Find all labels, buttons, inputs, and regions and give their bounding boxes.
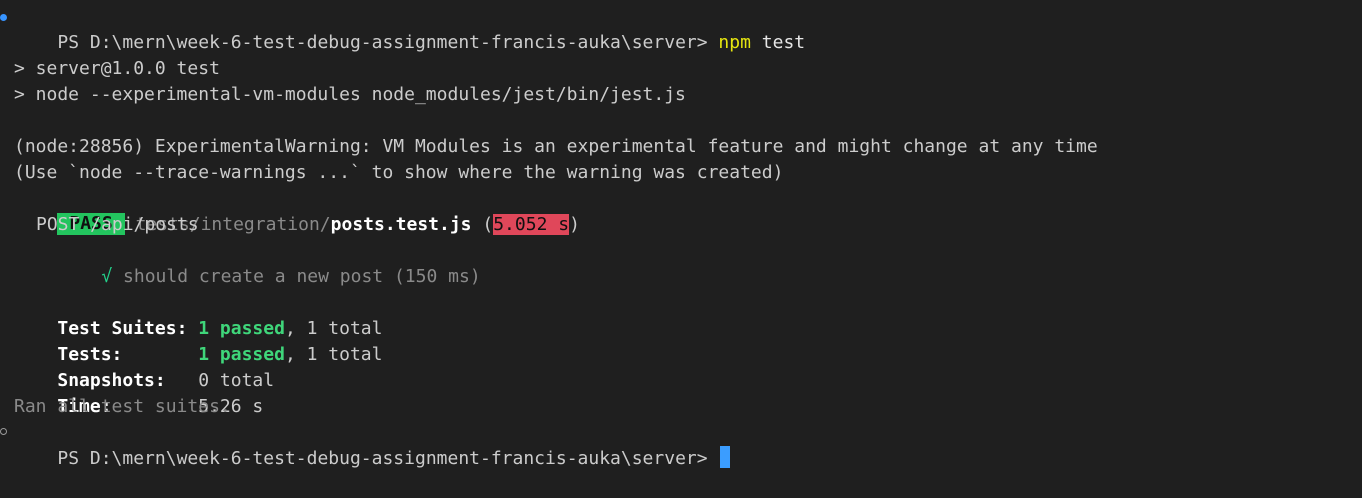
duration-open-paren: ( bbox=[482, 214, 494, 235]
summary-tests: Tests: 1 passed, 1 total bbox=[14, 316, 382, 365]
prompt-path-2: PS D:\mern\week-6-test-debug-assignment-… bbox=[57, 448, 708, 469]
warning-line-1: (node:28856) ExperimentalWarning: VM Mod… bbox=[14, 136, 1098, 157]
summary-snapshots: Snapshots: 0 total bbox=[14, 342, 274, 391]
prompt-line-2: PS D:\mern\week-6-test-debug-assignment-… bbox=[14, 420, 731, 469]
test-case-line: √ should create a new post (150 ms) bbox=[58, 238, 480, 287]
prompt-path: PS D:\mern\week-6-test-debug-assignment-… bbox=[57, 32, 708, 53]
describe-block: POST /api/posts bbox=[36, 214, 199, 235]
command-status-dot-icon-2[interactable] bbox=[0, 428, 7, 435]
warning-line-2: (Use `node --trace-warnings ...` to show… bbox=[14, 162, 784, 183]
command-status-dot-icon[interactable] bbox=[0, 14, 7, 21]
text-cursor[interactable] bbox=[720, 446, 731, 468]
tests-total: , 1 total bbox=[284, 344, 383, 365]
ran-all-line: Ran all test suites. bbox=[14, 396, 231, 417]
summary-suites: Test Suites: 1 passed, 1 total bbox=[14, 290, 382, 339]
command-args: test bbox=[761, 32, 806, 53]
duration-close-paren: ) bbox=[569, 214, 580, 235]
script-line-1: > server@1.0.0 test bbox=[14, 58, 220, 79]
command-name: npm bbox=[718, 32, 751, 53]
duration-badge: 5.052 s bbox=[493, 214, 570, 235]
summary-time: Time: 5.26 s bbox=[14, 368, 263, 417]
terminal-panel[interactable]: PS D:\mern\week-6-test-debug-assignment-… bbox=[0, 0, 1362, 487]
test-result-line: PASS tests/integration/posts.test.js (5.… bbox=[14, 186, 580, 235]
script-line-2: > node --experimental-vm-modules node_mo… bbox=[14, 84, 686, 105]
test-case-name: should create a new post (150 ms) bbox=[123, 266, 481, 287]
test-file-name: posts.test.js bbox=[330, 214, 472, 235]
checkmark-icon: √ bbox=[101, 266, 113, 287]
prompt-line-1: PS D:\mern\week-6-test-debug-assignment-… bbox=[14, 4, 805, 53]
